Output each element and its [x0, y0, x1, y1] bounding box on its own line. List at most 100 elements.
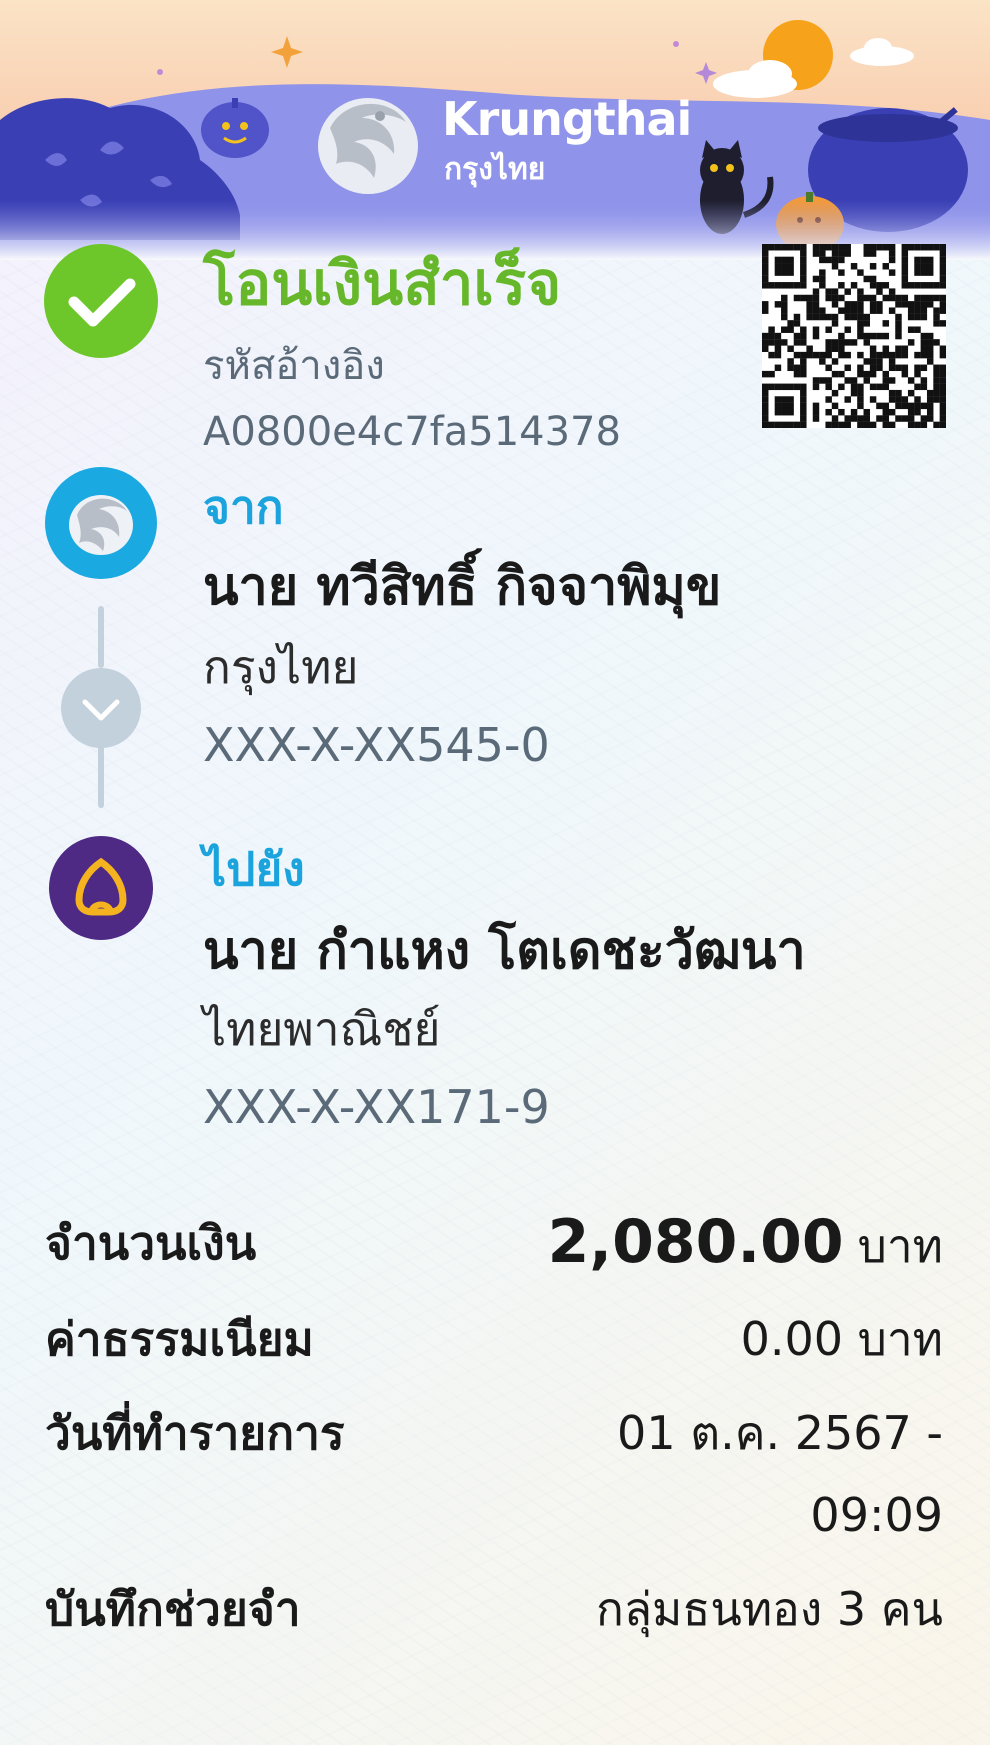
brand-name-th: กรุงไทย: [444, 152, 546, 187]
qr-module: [926, 389, 934, 397]
qr-module: [926, 244, 934, 251]
qr-module: [800, 269, 807, 276]
qr-module: [926, 358, 934, 365]
qr-module: [914, 282, 921, 289]
qr-module: [907, 301, 915, 308]
qr-module: [825, 244, 832, 251]
qr-module: [793, 294, 801, 302]
qr-module: [863, 408, 870, 416]
qr-module: [762, 282, 769, 289]
qr-module: [806, 307, 813, 314]
qr-module: [920, 301, 928, 308]
qr-module: [857, 326, 864, 333]
qr-module: [844, 250, 851, 257]
qr-module: [768, 339, 775, 346]
qr-module: [876, 307, 883, 314]
qr-module: [914, 402, 921, 410]
qr-module: [933, 421, 940, 428]
qr-module: [857, 364, 864, 372]
qr-module: [850, 313, 858, 321]
qr-module: [831, 256, 839, 264]
qr-module: [863, 377, 870, 384]
qr-module: [869, 364, 877, 372]
qr-module: [914, 408, 921, 416]
qr-module: [888, 269, 896, 276]
qr-module: [844, 307, 851, 314]
qr-module: [831, 402, 839, 410]
qr-module: [933, 294, 940, 302]
qr-module: [857, 389, 864, 397]
qr-module: [901, 275, 909, 283]
qr-module: [876, 301, 883, 308]
qr-module: [914, 421, 921, 428]
qr-module: [895, 326, 902, 333]
qr-module: [920, 345, 928, 352]
qr-module: [787, 402, 794, 410]
qr-module: [901, 402, 909, 410]
qr-module: [939, 383, 946, 391]
qr-module: [857, 396, 864, 403]
qr-module: [869, 282, 877, 289]
qr-module: [793, 332, 801, 340]
qr-module: [768, 370, 775, 378]
qr-module: [863, 275, 870, 283]
fee-label: ค่าธรรมเนียม: [45, 1312, 314, 1366]
to-account: XXX-X-XX171-9: [203, 1080, 550, 1134]
qr-module: [869, 275, 877, 283]
qr-module: [888, 396, 896, 403]
amount-number: 2,080.00: [547, 1207, 844, 1277]
qr-module: [907, 307, 915, 314]
qr-module: [869, 294, 877, 302]
qr-module: [800, 339, 807, 346]
qr-module: [882, 408, 890, 416]
qr-module: [812, 332, 820, 340]
qr-module: [819, 313, 826, 321]
qr-module: [831, 250, 839, 257]
qr-module: [920, 294, 928, 302]
qr-module: [762, 421, 769, 428]
qr-module: [882, 263, 890, 270]
qr-module: [888, 294, 896, 302]
qr-module: [850, 408, 858, 416]
qr-module: [876, 244, 883, 251]
qr-module: [882, 351, 890, 359]
qr-module: [888, 244, 896, 251]
qr-module: [901, 415, 909, 422]
qr-module: [800, 402, 807, 410]
qr-module: [939, 301, 946, 308]
qr-module: [901, 269, 909, 276]
qr-module: [888, 408, 896, 416]
qr-module: [920, 244, 928, 251]
qr-module: [920, 415, 928, 422]
qr-module: [838, 339, 845, 346]
qr-module: [762, 275, 769, 283]
qr-module: [939, 250, 946, 257]
qr-module: [914, 301, 921, 308]
reference-value: A0800e4c7fa514378: [203, 409, 621, 455]
qr-module: [901, 244, 909, 251]
qr-module: [774, 364, 782, 372]
qr-module: [926, 408, 934, 416]
qr-module: [787, 345, 794, 352]
qr-module: [762, 402, 769, 410]
qr-module: [901, 282, 909, 289]
qr-module: [819, 275, 826, 283]
qr-module: [774, 256, 782, 264]
qr-module: [876, 383, 883, 391]
qr-module: [812, 402, 820, 410]
qr-module: [774, 282, 782, 289]
qr-module: [787, 282, 794, 289]
qr-module: [768, 421, 775, 428]
qr-module: [863, 339, 870, 346]
qr-module: [838, 351, 845, 359]
qr-module: [895, 320, 902, 327]
qr-module: [850, 389, 858, 397]
qr-module: [857, 288, 864, 295]
qr-module: [933, 244, 940, 251]
qr-module: [920, 263, 928, 270]
qr-module: [844, 364, 851, 372]
qr-module: [907, 282, 915, 289]
qr-module: [926, 351, 934, 359]
qr-module: [882, 377, 890, 384]
qr-module: [888, 256, 896, 264]
